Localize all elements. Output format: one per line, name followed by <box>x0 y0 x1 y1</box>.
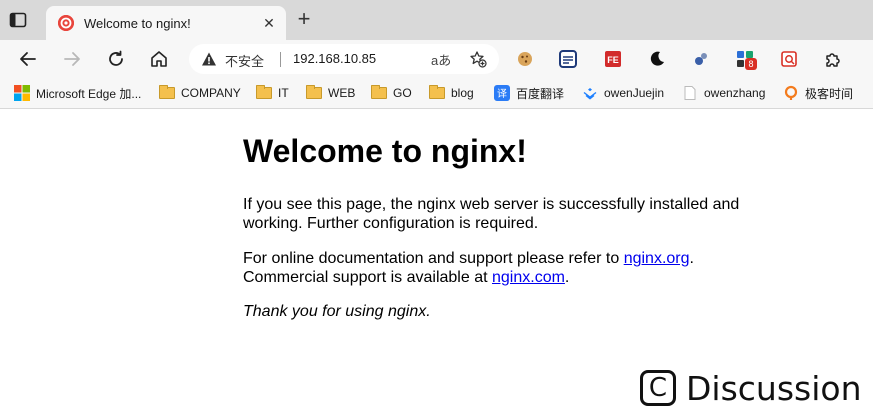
bookmark-label: owenzhang <box>704 86 766 100</box>
add-favorite-icon[interactable] <box>469 50 487 68</box>
bookmark-label: Microsoft Edge 加... <box>36 86 142 101</box>
folder-icon <box>371 85 387 101</box>
geektime-icon <box>783 85 799 101</box>
url-text[interactable]: 192.168.10.85 <box>293 51 376 66</box>
svg-text:译: 译 <box>497 88 507 100</box>
watermark-text: Discussion <box>686 368 862 408</box>
juejin-icon <box>582 85 598 101</box>
close-tab-icon[interactable]: ✕ <box>260 14 278 32</box>
nginx-favicon-icon <box>58 15 74 31</box>
folder-icon <box>159 85 175 101</box>
nginx-org-link[interactable]: nginx.org <box>624 250 690 267</box>
extension-icon-6[interactable]: 8 <box>735 49 757 70</box>
bookmark-baidu-translate[interactable]: 译 百度翻译 <box>494 84 564 102</box>
bookmarks-bar: Microsoft Edge 加... COMPANY IT WEB GO bl… <box>0 78 873 109</box>
tab-actions-icon[interactable] <box>8 10 28 30</box>
microsoft-icon <box>14 85 30 101</box>
bookmark-owenzhang[interactable]: owenzhang <box>682 84 765 102</box>
bookmark-label: GO <box>393 86 412 100</box>
bookmark-label: WEB <box>328 86 356 100</box>
dark-mode-extension-icon[interactable] <box>647 49 667 69</box>
extension-icon-7[interactable] <box>779 49 799 69</box>
svg-text:FE: FE <box>607 55 619 65</box>
page-icon <box>682 85 698 101</box>
bookmark-it[interactable]: IT <box>256 84 289 102</box>
folder-icon <box>256 85 272 101</box>
extension-badge: 8 <box>745 58 757 70</box>
bookmark-blog[interactable]: blog <box>429 84 474 102</box>
bookmark-label: COMPANY <box>181 86 241 100</box>
fe-extension-icon[interactable]: FE <box>603 49 623 69</box>
bookmark-owenjuejin[interactable]: owenJuejin <box>582 84 664 102</box>
folder-icon <box>429 85 445 101</box>
nginx-com-link[interactable]: nginx.com <box>492 269 565 286</box>
new-tab-button[interactable]: + <box>294 8 314 30</box>
commercial-text: Commercial support is available at <box>243 269 492 286</box>
forward-button[interactable] <box>61 48 83 70</box>
bookmark-label: 百度翻译 <box>516 86 565 101</box>
commercial-text-dot: . <box>564 269 570 286</box>
bookmark-company[interactable]: COMPANY <box>159 84 241 102</box>
back-button[interactable] <box>17 48 39 70</box>
discussion-watermark: C Discussion <box>640 366 862 410</box>
cookie-extension-icon[interactable] <box>515 49 535 69</box>
page-title: Welcome to nginx! <box>243 133 527 169</box>
tab-strip: Welcome to nginx! ✕ + <box>0 0 873 40</box>
support-text-dot: . <box>689 250 694 267</box>
bookmark-geektime[interactable]: 极客时间 <box>783 84 853 102</box>
bookmark-go[interactable]: GO <box>371 84 412 102</box>
address-bar[interactable]: 不安全 192.168.10.85 aあ <box>189 44 499 74</box>
home-button[interactable] <box>148 48 170 70</box>
reader-extension-icon[interactable] <box>558 49 578 69</box>
extension-icon-5[interactable] <box>691 49 711 69</box>
refresh-button[interactable] <box>105 48 127 70</box>
intro-paragraph: If you see this page, the nginx web serv… <box>243 196 740 232</box>
translate-icon: 译 <box>494 85 510 101</box>
support-text: For online documentation and support ple… <box>243 250 624 267</box>
toolbar: 不安全 192.168.10.85 aあ FE 8 <box>0 40 873 78</box>
warning-icon[interactable] <box>201 51 217 67</box>
read-aloud-icon[interactable]: aあ <box>431 50 451 69</box>
extensions-puzzle-icon[interactable] <box>823 49 843 69</box>
support-paragraph: For online documentation and support ple… <box>243 249 763 287</box>
tab-title: Welcome to nginx! <box>84 16 191 31</box>
insecure-label[interactable]: 不安全 <box>225 51 264 70</box>
bookmark-label: blog <box>451 86 474 100</box>
bookmark-label: IT <box>278 86 289 100</box>
thanks-paragraph: Thank you for using nginx. <box>243 303 431 320</box>
bookmark-microsoft-edge[interactable]: Microsoft Edge 加... <box>14 84 141 102</box>
bookmark-web[interactable]: WEB <box>306 84 355 102</box>
watermark-logo-icon: C <box>640 370 676 406</box>
tab-active[interactable]: Welcome to nginx! ✕ <box>46 6 286 40</box>
bookmark-label: 极客时间 <box>805 86 854 101</box>
bookmark-label: owenJuejin <box>604 86 665 100</box>
folder-icon <box>306 85 322 101</box>
address-divider <box>280 52 281 67</box>
